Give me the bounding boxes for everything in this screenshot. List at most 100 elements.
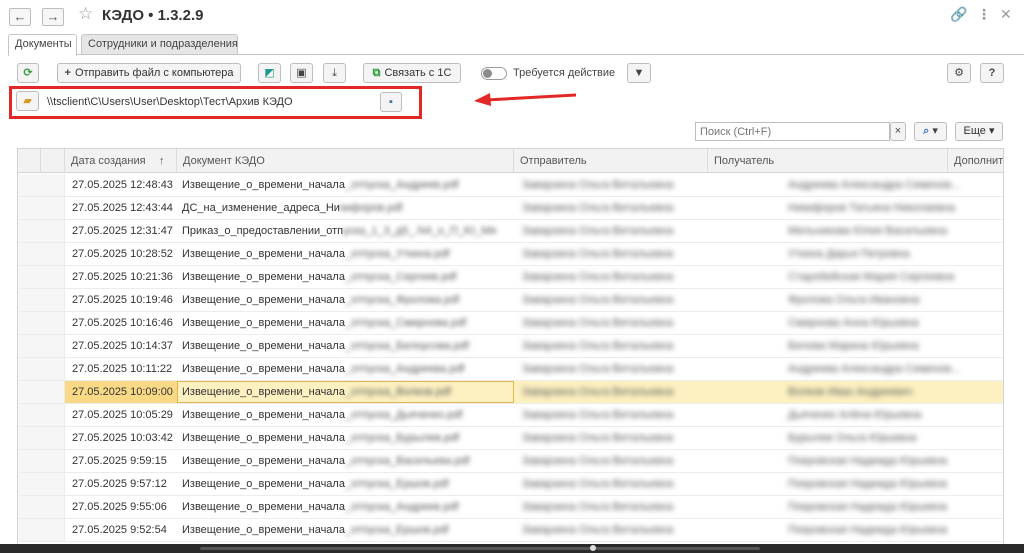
- requires-action-toggle[interactable]: [481, 67, 507, 80]
- horizontal-scrollbar[interactable]: [0, 544, 1024, 553]
- cell-recipient[interactable]: Бурылев Ольга Юрьевна: [713, 427, 973, 449]
- cell-date[interactable]: 27.05.2025 10:14:37: [65, 335, 177, 357]
- table-row[interactable]: 27.05.2025 9:57:12 Извещение_о_времени_на…: [18, 473, 1003, 496]
- cell-document[interactable]: Извещение_о_времени_начала_отпуска_Ершов…: [177, 473, 514, 495]
- cell-sender[interactable]: Заварзина Ольга Витальевна: [518, 404, 708, 426]
- table-row[interactable]: 27.05.2025 10:16:46 Извещение_о_времени_н…: [18, 312, 1003, 335]
- search-button[interactable]: ⌕ ▾: [914, 122, 947, 141]
- cell-document[interactable]: Извещение_о_времени_начала_отпуска_Смирн…: [177, 312, 514, 334]
- cell-document[interactable]: Извещение_о_времени_начала_отпуска_Бурыл…: [177, 427, 514, 449]
- cell-date[interactable]: 27.05.2025 10:16:46: [65, 312, 177, 334]
- more-icon[interactable]: ⋮: [977, 6, 991, 23]
- cell-document[interactable]: Извещение_о_времени_начала_отпуска_Серге…: [177, 266, 514, 288]
- cell-sender[interactable]: Заварзина Ольга Витальевна: [518, 473, 708, 495]
- cell-sender[interactable]: Заварзина Ольга Витальевна: [518, 519, 708, 541]
- cell-recipient[interactable]: Белова Марина Юрьевна: [713, 335, 973, 357]
- cell-recipient[interactable]: Фролова Ольга Ивановна: [713, 289, 973, 311]
- cell-sender[interactable]: Заварзина Ольга Витальевна: [518, 427, 708, 449]
- link-icon[interactable]: 🔗: [950, 6, 967, 23]
- cell-recipient[interactable]: Дьяченко Алёна Юрьевна: [713, 404, 973, 426]
- cell-date[interactable]: 27.05.2025 10:19:46: [65, 289, 177, 311]
- column-header-sender[interactable]: Отправитель: [514, 149, 708, 173]
- table-row[interactable]: 27.05.2025 9:52:54 Извещение_о_времени_на…: [18, 519, 1003, 542]
- column-header-date[interactable]: Дата создания ↑: [65, 149, 177, 173]
- cell-sender[interactable]: Заварзина Ольга Витальевна: [518, 174, 708, 196]
- cell-recipient[interactable]: Старобейская Мария Сергеевна: [713, 266, 973, 288]
- cell-sender[interactable]: Заварзина Ольга Витальевна: [518, 381, 708, 403]
- cell-document[interactable]: Извещение_о_времени_начала_отпуска_Фроло…: [177, 289, 514, 311]
- cell-date[interactable]: 27.05.2025 9:52:54: [65, 519, 177, 541]
- filter-button[interactable]: ▼: [627, 63, 651, 83]
- search-input[interactable]: [695, 122, 890, 141]
- column-header-recipient[interactable]: Получатель: [708, 149, 948, 173]
- cell-document[interactable]: Извещение_о_времени_начала_отпуска_Андре…: [177, 358, 514, 380]
- table-row[interactable]: 27.05.2025 12:43:44 ДС_на_изменение_адрес…: [18, 197, 1003, 220]
- tab-employees[interactable]: Сотрудники и подразделения: [81, 34, 238, 55]
- cell-date[interactable]: 27.05.2025 10:05:29: [65, 404, 177, 426]
- cell-document[interactable]: Приказ_о_предоставлении_отпуска_1_3_д5_.…: [177, 220, 514, 242]
- cell-document[interactable]: Извещение_о_времени_начала_отпуска_Волко…: [177, 381, 514, 403]
- table-row[interactable]: 27.05.2025 10:05:29 Извещение_о_времени_н…: [18, 404, 1003, 427]
- scrollbar-thumb[interactable]: [590, 545, 596, 551]
- cell-recipient[interactable]: Андреева Александра Семенов...: [713, 358, 973, 380]
- table-row[interactable]: 27.05.2025 12:48:43 Извещение_о_времени_н…: [18, 174, 1003, 197]
- cell-recipient[interactable]: Мельникова Юлия Васильевна: [713, 220, 973, 242]
- help-button[interactable]: ?: [980, 63, 1004, 83]
- more-button[interactable]: Еще ▾: [955, 122, 1003, 141]
- cell-date[interactable]: 27.05.2025 12:31:47: [65, 220, 177, 242]
- cell-sender[interactable]: Заварзина Ольга Витальевна: [518, 335, 708, 357]
- cell-date[interactable]: 27.05.2025 9:57:12: [65, 473, 177, 495]
- table-row[interactable]: 27.05.2025 10:14:37 Извещение_о_времени_н…: [18, 335, 1003, 358]
- cell-recipient[interactable]: Андреева Александра Семенов...: [713, 174, 973, 196]
- back-button[interactable]: ←: [9, 8, 31, 26]
- cell-date[interactable]: 27.05.2025 10:11:22: [65, 358, 177, 380]
- settings-button[interactable]: ⚙: [947, 63, 971, 83]
- cell-document[interactable]: Извещение_о_времени_начала_отпуска_Васил…: [177, 450, 514, 472]
- download-button[interactable]: ⤓: [323, 63, 346, 83]
- clear-search-button[interactable]: ×: [890, 122, 906, 141]
- star-icon[interactable]: ☆: [78, 4, 93, 24]
- cell-date[interactable]: 27.05.2025 12:43:44: [65, 197, 177, 219]
- table-row[interactable]: 27.05.2025 9:55:06 Извещение_о_времени_на…: [18, 496, 1003, 519]
- report-button[interactable]: ◩: [258, 63, 281, 83]
- cell-document[interactable]: Извещение_о_времени_начала_отпуска_Дьяче…: [177, 404, 514, 426]
- cell-date[interactable]: 27.05.2025 9:55:06: [65, 496, 177, 518]
- cell-recipient[interactable]: Уткина Дарья Петровна: [713, 243, 973, 265]
- cell-sender[interactable]: Заварзина Ольга Витальевна: [518, 312, 708, 334]
- cell-recipient[interactable]: Покровская Надежда Юрьевна: [713, 519, 973, 541]
- cell-document[interactable]: Извещение_о_времени_начала_отпуска_Уткин…: [177, 243, 514, 265]
- cell-recipient[interactable]: Смирнова Анна Юрьевна: [713, 312, 973, 334]
- cell-date[interactable]: 27.05.2025 10:03:42: [65, 427, 177, 449]
- cell-date[interactable]: 27.05.2025 9:59:15: [65, 450, 177, 472]
- cell-recipient[interactable]: Покровская Надежда Юрьевна: [713, 450, 973, 472]
- table-row[interactable]: 27.05.2025 10:11:22 Извещение_о_времени_н…: [18, 358, 1003, 381]
- table-row[interactable]: 27.05.2025 12:31:47 Приказ_о_предоставлен…: [18, 220, 1003, 243]
- table-row[interactable]: 27.05.2025 10:03:42 Извещение_о_времени_н…: [18, 427, 1003, 450]
- cell-document[interactable]: Извещение_о_времени_начала_отпуска_Белоу…: [177, 335, 514, 357]
- table-row[interactable]: 27.05.2025 10:28:52 Извещение_о_времени_н…: [18, 243, 1003, 266]
- table-row[interactable]: 27.05.2025 10:09:00 Извещение_о_времени_н…: [18, 381, 1003, 404]
- cell-document[interactable]: ДС_на_изменение_адреса_Никифоров.pdf: [177, 197, 514, 219]
- cell-sender[interactable]: Заварзина Ольга Витальевна: [518, 450, 708, 472]
- send-file-button[interactable]: + Отправить файл с компьютера: [57, 63, 241, 83]
- cell-sender[interactable]: Заварзина Ольга Витальевна: [518, 197, 708, 219]
- cell-sender[interactable]: Заварзина Ольга Витальевна: [518, 289, 708, 311]
- table-row[interactable]: 27.05.2025 10:21:36 Извещение_о_времени_н…: [18, 266, 1003, 289]
- cell-date[interactable]: 27.05.2025 12:48:43: [65, 174, 177, 196]
- tab-documents[interactable]: Документы: [8, 34, 77, 56]
- column-header-document[interactable]: Документ КЭДО: [177, 149, 514, 173]
- cell-sender[interactable]: Заварзина Ольга Витальевна: [518, 496, 708, 518]
- cell-recipient[interactable]: Покровская Надежда Юрьевна: [713, 496, 973, 518]
- cell-recipient[interactable]: Никифоров Татьяна Николаевна: [713, 197, 973, 219]
- cell-sender[interactable]: Заварзина Ольга Витальевна: [518, 243, 708, 265]
- forward-button[interactable]: →: [42, 8, 64, 26]
- cell-document[interactable]: Извещение_о_времени_начала_отпуска_Ершов…: [177, 519, 514, 541]
- table-row[interactable]: 27.05.2025 10:19:46 Извещение_о_времени_н…: [18, 289, 1003, 312]
- cell-date[interactable]: 27.05.2025 10:28:52: [65, 243, 177, 265]
- cell-recipient[interactable]: Покровская Надежда Юрьевна: [713, 473, 973, 495]
- cell-recipient[interactable]: Волков Иван Андреевич: [713, 381, 973, 403]
- print-button[interactable]: ▣: [290, 63, 313, 83]
- cell-date[interactable]: 27.05.2025 10:09:00: [65, 381, 177, 403]
- cell-document[interactable]: Извещение_о_времени_начала_отпуска_Андре…: [177, 496, 514, 518]
- cell-sender[interactable]: Заварзина Ольга Витальевна: [518, 220, 708, 242]
